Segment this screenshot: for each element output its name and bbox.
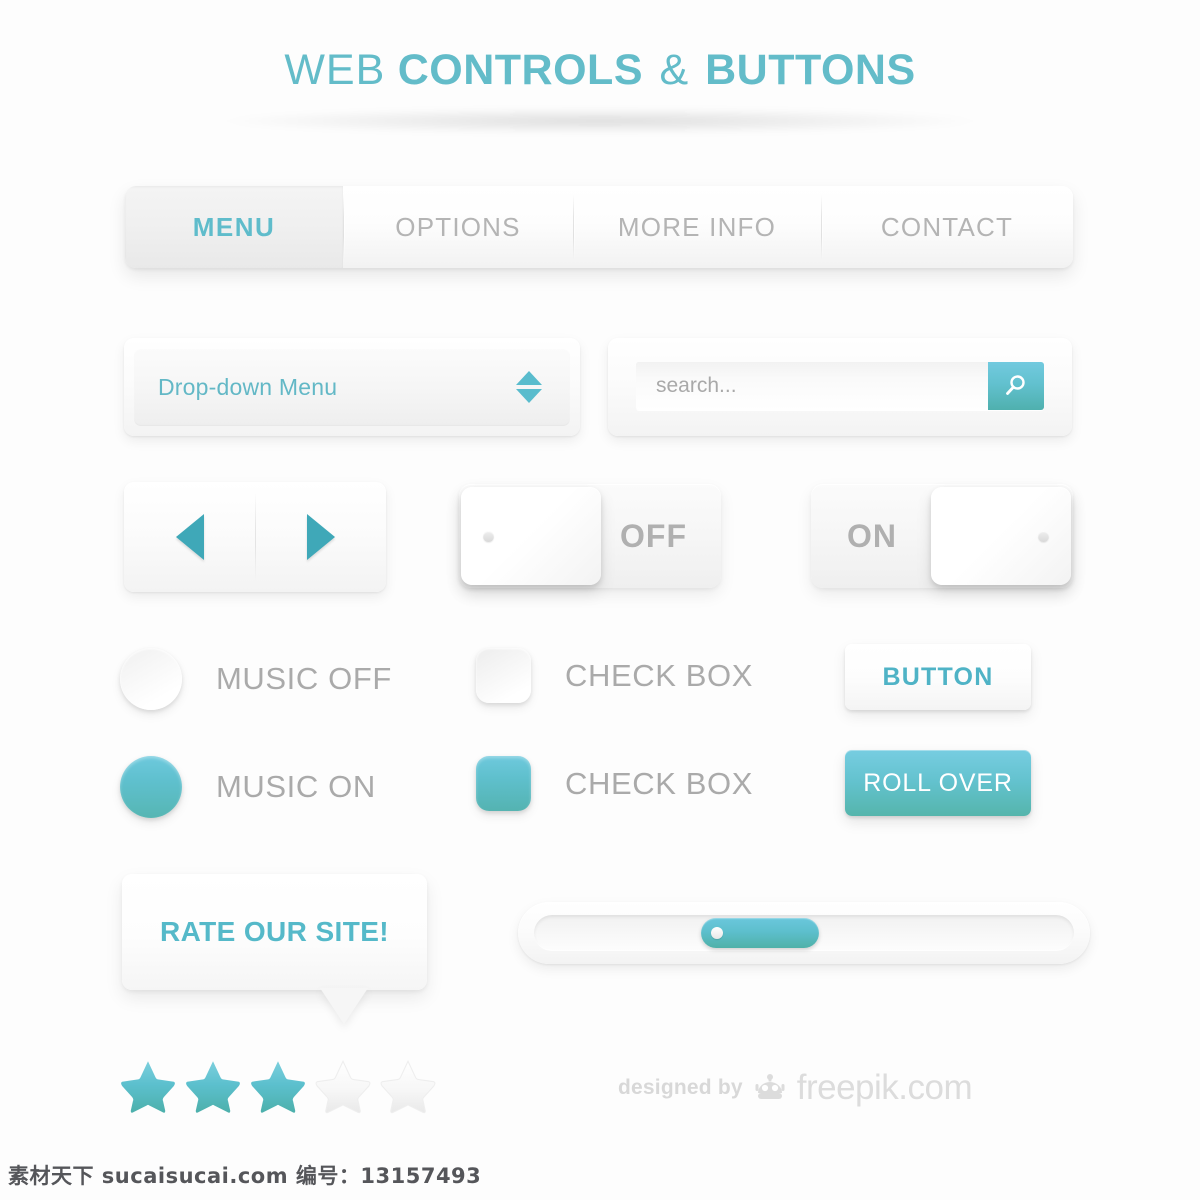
nav-item-menu[interactable]: MENU xyxy=(125,186,343,268)
triangle-down-icon[interactable] xyxy=(516,389,542,403)
toggle-switch-on[interactable]: ON xyxy=(811,484,1073,588)
star-icon-filled-3[interactable] xyxy=(250,1058,306,1114)
star-icon-filled-1[interactable] xyxy=(120,1058,176,1114)
credit-designed-by-text: designed by xyxy=(618,1076,743,1099)
slider-container xyxy=(518,902,1090,964)
search-icon xyxy=(1006,375,1025,395)
slider-track[interactable] xyxy=(534,915,1074,951)
toggle-knob[interactable] xyxy=(461,487,601,585)
radio-label-music-off: MUSIC OFF xyxy=(216,661,392,696)
search-field-wrapper xyxy=(636,362,1044,410)
title-word-web: WEB xyxy=(284,46,386,94)
star-rating[interactable] xyxy=(120,1058,436,1114)
checkbox-row-checked[interactable]: CHECK BOX xyxy=(476,756,753,811)
checkbox-label-unchecked: CHECK BOX xyxy=(565,657,753,693)
slider-handle[interactable] xyxy=(701,918,819,948)
slider-handle-dot-icon xyxy=(711,927,723,939)
rollover-button[interactable]: ROLL OVER xyxy=(845,750,1031,816)
radio-button-checked[interactable] xyxy=(120,756,182,818)
checkbox-row-unchecked[interactable]: CHECK BOX xyxy=(476,648,753,703)
star-icon-empty-4[interactable] xyxy=(315,1058,371,1114)
dropdown-stepper[interactable] xyxy=(516,371,542,403)
speech-bubble: RATE OUR SITE! xyxy=(122,874,427,990)
search-button[interactable] xyxy=(988,362,1044,410)
radio-row-music-off[interactable]: MUSIC OFF xyxy=(120,648,392,710)
nav-item-more-info[interactable]: MORE INFO xyxy=(573,186,821,268)
nav-item-contact[interactable]: CONTACT xyxy=(821,186,1073,268)
title-shadow-decoration xyxy=(225,108,975,134)
arrow-button-group xyxy=(124,482,386,592)
triangle-up-icon[interactable] xyxy=(516,371,542,385)
checkbox-unchecked[interactable] xyxy=(476,648,531,703)
speech-bubble-text: RATE OUR SITE! xyxy=(159,916,390,947)
title-word-buttons: BUTTONS xyxy=(705,46,916,94)
radio-label-music-on: MUSIC ON xyxy=(216,769,376,804)
credit-brand-text: freepik.com xyxy=(796,1068,973,1107)
nav-item-options[interactable]: OPTIONS xyxy=(343,186,573,268)
prev-button[interactable] xyxy=(124,482,255,592)
nav-bar: MENU OPTIONS MORE INFO CONTACT xyxy=(125,186,1073,268)
next-button[interactable] xyxy=(255,482,386,592)
title-word-controls: CONTROLS xyxy=(397,46,644,94)
triangle-right-icon xyxy=(306,514,335,560)
knob-dot-icon xyxy=(483,531,494,542)
speech-bubble-tail xyxy=(320,988,368,1024)
title-ampersand: & xyxy=(659,46,689,94)
toggle-off-label: OFF xyxy=(620,517,687,554)
default-button[interactable]: BUTTON xyxy=(845,644,1031,710)
dropdown-menu-container: Drop-down Menu xyxy=(124,338,580,436)
dropdown-label: Drop-down Menu xyxy=(158,373,338,400)
designed-by-credit: designed by freepik.com xyxy=(618,1068,973,1108)
star-icon-filled-2[interactable] xyxy=(185,1058,241,1114)
star-icon-empty-5[interactable] xyxy=(380,1058,436,1114)
radio-row-music-on[interactable]: MUSIC ON xyxy=(120,756,376,818)
radio-button-unchecked[interactable] xyxy=(120,648,182,710)
toggle-switch-off[interactable]: OFF xyxy=(459,484,721,588)
triangle-left-icon xyxy=(175,514,204,560)
search-input[interactable] xyxy=(636,362,988,410)
dropdown-menu[interactable]: Drop-down Menu xyxy=(134,348,570,426)
checkbox-checked[interactable] xyxy=(476,756,531,811)
toggle-on-label: ON xyxy=(847,517,897,554)
page-title: WEB CONTROLS & BUTTONS xyxy=(0,46,1200,95)
search-container xyxy=(608,338,1072,436)
knob-dot-icon xyxy=(1038,531,1049,542)
checkbox-label-checked: CHECK BOX xyxy=(565,765,753,801)
watermark-text: 素材天下 sucaisucai.com 编号：13157493 xyxy=(8,1164,482,1188)
toggle-knob[interactable] xyxy=(931,487,1071,585)
ui-kit-canvas: WEB CONTROLS & BUTTONS MENU OPTIONS MORE… xyxy=(0,0,1200,1200)
freepik-robot-icon xyxy=(755,1074,785,1099)
